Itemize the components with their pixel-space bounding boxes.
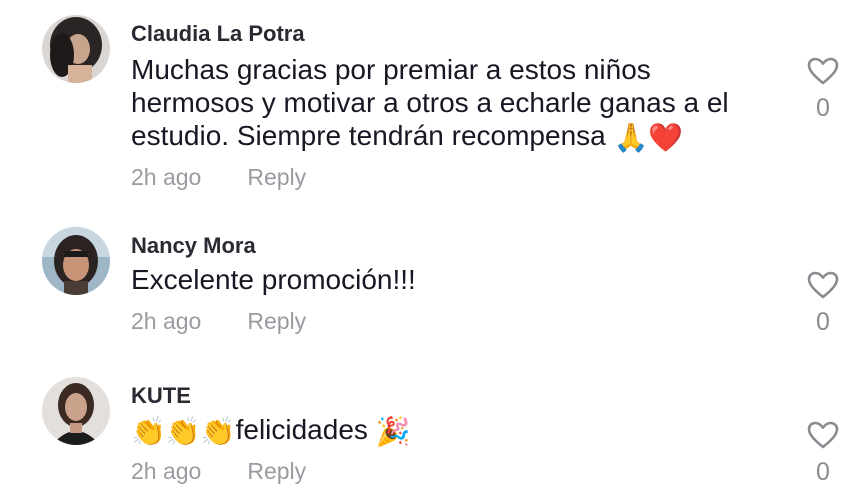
avatar[interactable]	[42, 227, 110, 295]
comment-meta: 2h ago Reply	[131, 308, 306, 335]
comment-username[interactable]: Claudia La Potra	[131, 21, 305, 47]
user-avatar-icon	[42, 15, 110, 83]
comment-timestamp: 2h ago	[131, 458, 202, 484]
comment-text: Excelente promoción!!!	[131, 263, 771, 296]
comment-body: Excelente promoción!!!	[131, 264, 416, 295]
like-count: 0	[816, 458, 830, 486]
comment-text: 👏👏👏felicidades 🎉	[131, 413, 771, 448]
comment-username[interactable]: Nancy Mora	[131, 233, 256, 259]
reply-button[interactable]: Reply	[247, 308, 306, 334]
comment-meta: 2h ago Reply	[131, 458, 306, 485]
comment-emojis: 🎉	[375, 415, 411, 448]
clapping-emojis: 👏👏👏	[131, 415, 236, 448]
comment-body: felicidades	[235, 414, 368, 445]
comment-item: Claudia La Potra Muchas gracias por prem…	[0, 0, 864, 210]
comment-meta: 2h ago Reply	[131, 164, 306, 191]
like-control: 0	[803, 421, 843, 487]
avatar[interactable]	[42, 377, 110, 445]
comment-emojis: 🙏❤️	[613, 121, 684, 154]
user-avatar-icon	[42, 377, 110, 445]
comment-text: Muchas gracias por premiar a estos niños…	[131, 53, 771, 154]
comment-item: Nancy Mora Excelente promoción!!! 2h ago…	[0, 210, 864, 360]
reply-button[interactable]: Reply	[247, 458, 306, 484]
like-count: 0	[816, 94, 830, 122]
comment-username[interactable]: KUTE	[131, 383, 191, 409]
user-avatar-icon	[42, 227, 110, 295]
like-control: 0	[803, 57, 843, 123]
reply-button[interactable]: Reply	[247, 164, 306, 190]
heart-icon[interactable]	[807, 271, 839, 299]
avatar[interactable]	[42, 15, 110, 83]
like-control: 0	[803, 271, 843, 337]
heart-icon[interactable]	[807, 57, 839, 85]
heart-icon[interactable]	[807, 421, 839, 449]
like-count: 0	[816, 308, 830, 336]
comment-item: KUTE 👏👏👏felicidades 🎉 2h ago Reply 0	[0, 360, 864, 504]
comment-timestamp: 2h ago	[131, 308, 202, 334]
comment-timestamp: 2h ago	[131, 164, 202, 190]
